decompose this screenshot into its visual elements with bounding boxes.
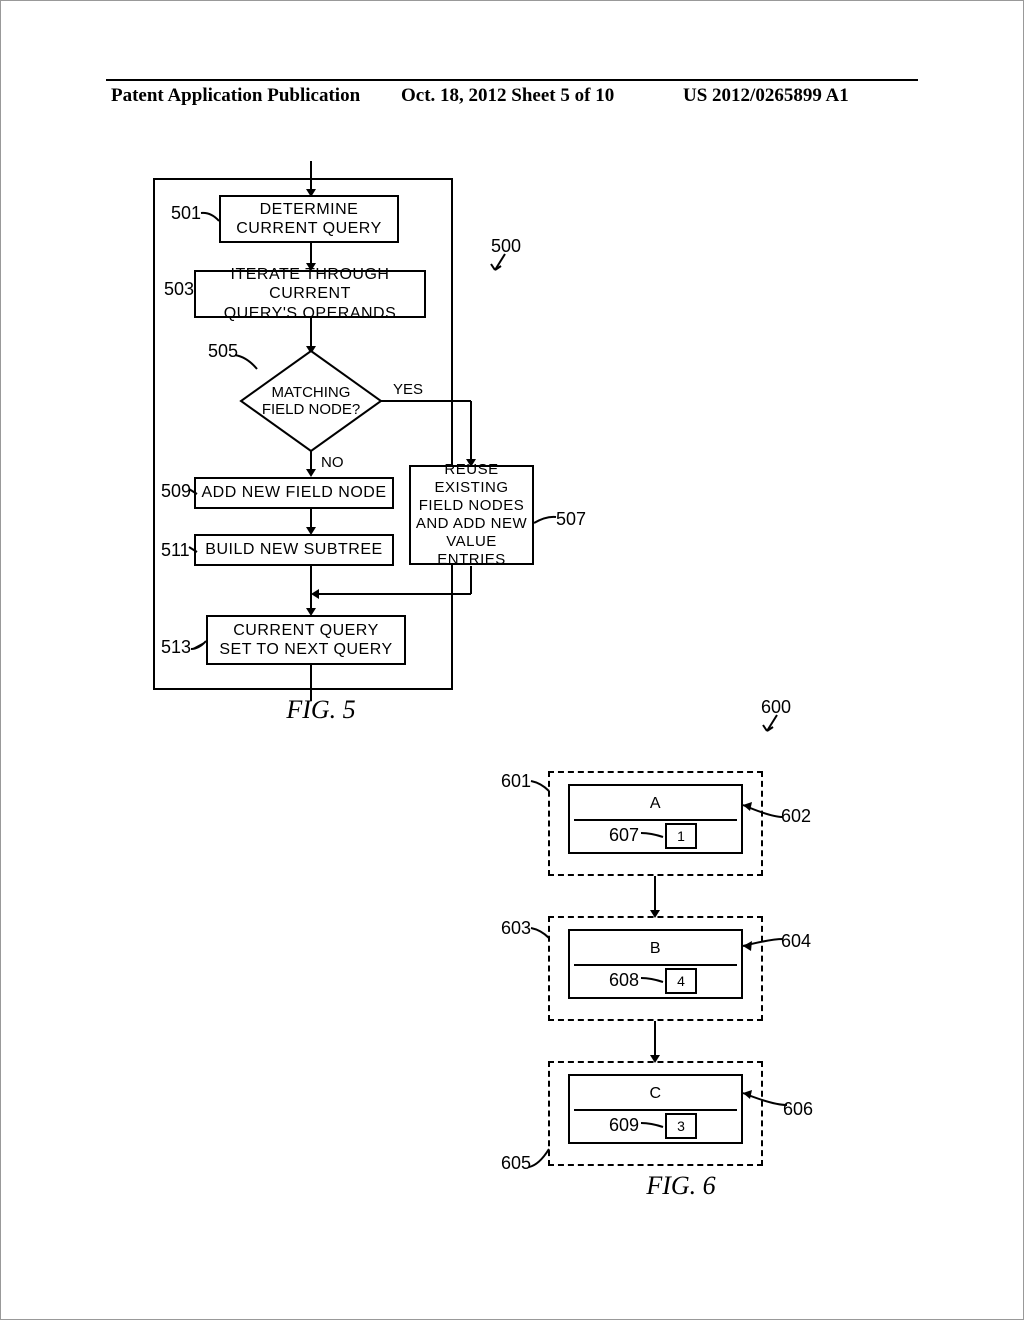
ref-603: 603 [501, 918, 531, 939]
step-509-text: ADD NEW FIELD NODE [201, 483, 386, 502]
leader-601-icon [531, 781, 553, 795]
label-yes: YES [393, 381, 423, 398]
ref-606: 606 [783, 1099, 813, 1120]
arrow-A-B-icon [647, 876, 663, 918]
leader-507-icon [534, 513, 556, 525]
decision-505-text: MATCHING FIELD NODE? [262, 384, 360, 419]
leader-505-icon [235, 355, 259, 373]
node-A-value: 1 [677, 828, 685, 844]
ref-602: 602 [781, 806, 811, 827]
ref-503: 503 [164, 279, 194, 300]
ref-601: 601 [501, 771, 531, 792]
arrow-B-C-icon [647, 1021, 663, 1063]
step-501-box: DETERMINE CURRENT QUERY [219, 195, 399, 243]
arrow-509-511-icon [303, 509, 319, 535]
hook-600-icon [761, 715, 791, 740]
leader-609-icon [641, 1119, 665, 1131]
leader-503-icon [194, 286, 204, 296]
step-511-text: BUILD NEW SUBTREE [205, 540, 382, 559]
arrow-merge-513-icon [303, 566, 483, 616]
leader-511-icon [189, 547, 199, 555]
ref-501: 501 [171, 203, 201, 224]
fig5-caption: FIG. 5 [261, 695, 381, 725]
ref-509: 509 [161, 481, 191, 502]
ref-609: 609 [609, 1115, 639, 1136]
step-511-box: BUILD NEW SUBTREE [194, 534, 394, 566]
leader-608-icon [641, 974, 665, 986]
arrow-enter-500-icon [301, 161, 321, 197]
ref-513: 513 [161, 637, 191, 658]
page: Patent Application Publication Oct. 18, … [0, 0, 1024, 1320]
label-no: NO [321, 454, 344, 471]
leader-606-icon [743, 1091, 787, 1111]
ref-507: 507 [556, 509, 586, 530]
leader-604-icon [743, 936, 783, 952]
step-503-text: ITERATE THROUGH CURRENT QUERY'S OPERANDS [200, 265, 420, 323]
decision-505: MATCHING FIELD NODE? [241, 351, 381, 451]
ref-605: 605 [501, 1153, 531, 1174]
step-513-box: CURRENT QUERY SET TO NEXT QUERY [206, 615, 406, 665]
arrow-yes-icon [381, 397, 481, 467]
step-503-box: ITERATE THROUGH CURRENT QUERY'S OPERANDS [194, 270, 426, 318]
ref-604: 604 [781, 931, 811, 952]
node-B-value-box: 4 [665, 968, 697, 994]
ref-607: 607 [609, 825, 639, 846]
fig6-caption: FIG. 6 [621, 1171, 741, 1201]
node-606-box: C [568, 1074, 743, 1144]
arrow-no-icon [303, 451, 319, 477]
step-501-text: DETERMINE CURRENT QUERY [236, 200, 381, 238]
step-507-text: REUSE EXISTING FIELD NODES AND ADD NEW V… [415, 461, 528, 569]
arrow-503-505-icon [303, 318, 319, 354]
leader-605-icon [529, 1149, 553, 1169]
node-602-box: A [568, 784, 743, 854]
leader-602-icon [743, 803, 783, 823]
step-513-text: CURRENT QUERY SET TO NEXT QUERY [219, 621, 392, 659]
ref-511: 511 [161, 540, 190, 561]
step-509-box: ADD NEW FIELD NODE [194, 477, 394, 509]
leader-509-icon [189, 489, 199, 497]
node-C-value-box: 3 [665, 1113, 697, 1139]
leader-603-icon [531, 928, 553, 942]
leader-501-icon [201, 209, 223, 223]
ref-505: 505 [208, 341, 238, 362]
header-mid: Oct. 18, 2012 Sheet 5 of 10 [401, 85, 614, 107]
header-rule [106, 79, 918, 81]
node-604-box: B [568, 929, 743, 999]
node-C-label: C [649, 1085, 661, 1102]
node-A-value-box: 1 [665, 823, 697, 849]
leader-607-icon [641, 829, 665, 841]
node-B-label: B [650, 940, 661, 957]
step-507-box: REUSE EXISTING FIELD NODES AND ADD NEW V… [409, 465, 534, 565]
hook-500-icon [489, 254, 519, 279]
node-C-value: 3 [677, 1118, 685, 1134]
header-left: Patent Application Publication [111, 85, 360, 107]
node-A-label: A [650, 795, 661, 812]
ref-608: 608 [609, 970, 639, 991]
node-B-value: 4 [677, 973, 685, 989]
header-right: US 2012/0265899 A1 [683, 85, 849, 107]
leader-513-icon [191, 641, 209, 653]
